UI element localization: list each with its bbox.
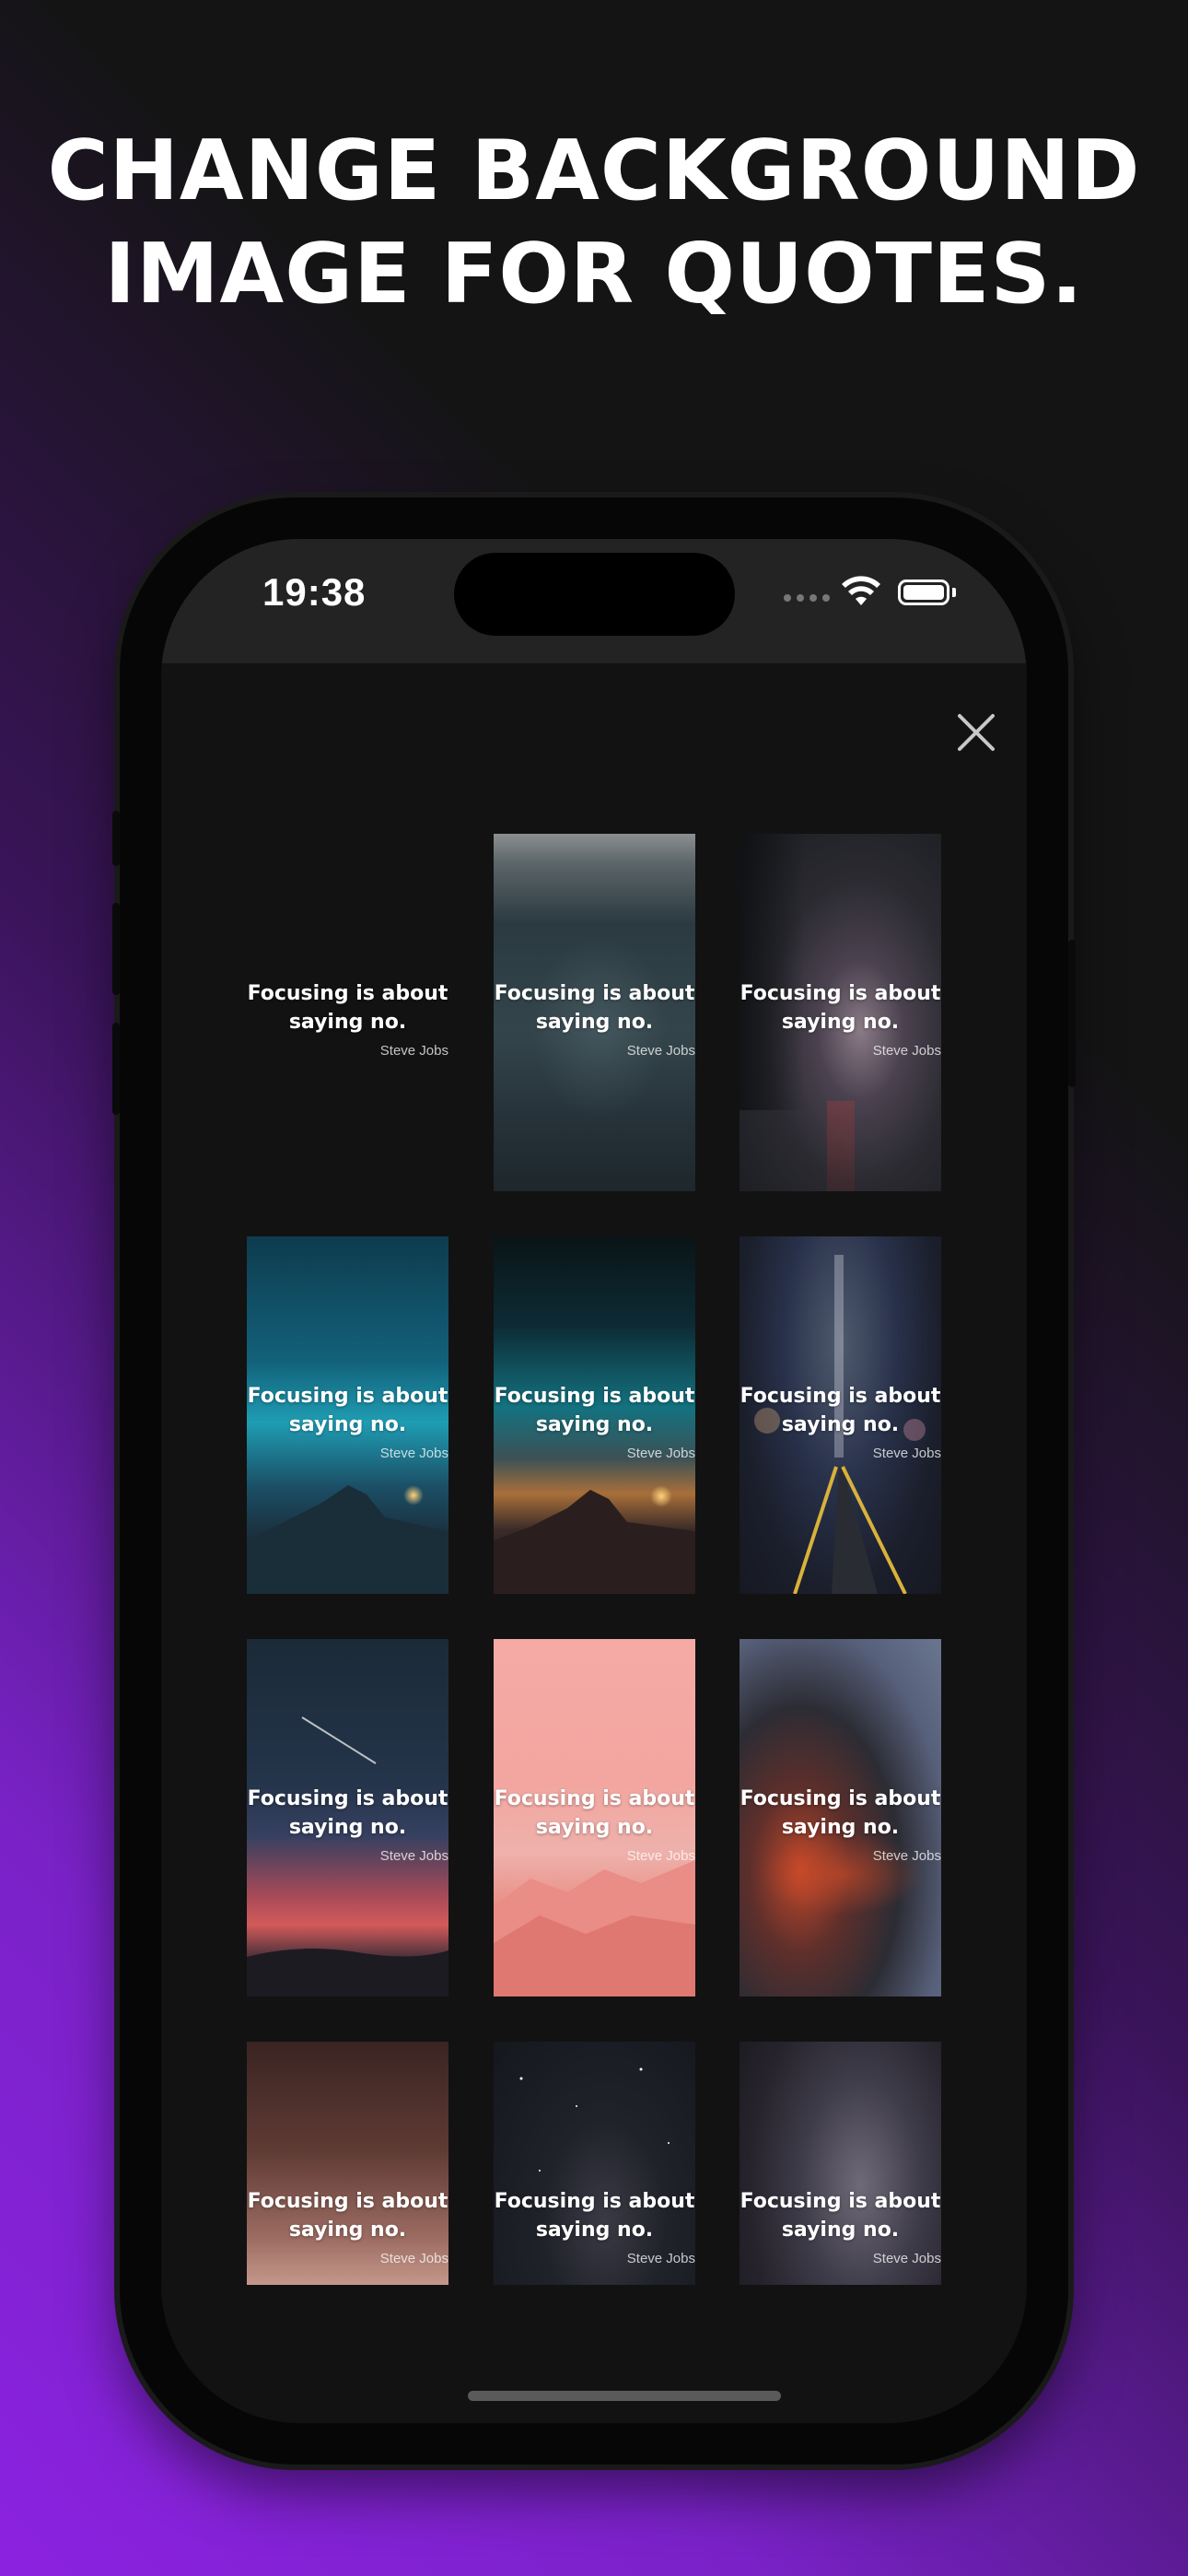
- quote-author: Steve Jobs: [379, 2251, 448, 2266]
- close-icon[interactable]: [949, 705, 1004, 760]
- background-option-pastel-clouds[interactable]: Focusing is about saying no. Steve Jobs: [247, 2042, 448, 2285]
- quote-text: Focusing is about saying no.: [494, 2190, 695, 2242]
- quote-text: Focusing is about saying no.: [247, 1787, 448, 1839]
- quote-text: Focusing is about saying no.: [247, 2190, 448, 2242]
- dynamic-island: [454, 553, 735, 636]
- quote-text: Focusing is about saying no.: [740, 2190, 941, 2242]
- headline: CHANGE BACKGROUND IMAGE FOR QUOTES.: [0, 120, 1188, 326]
- headline-line-1: CHANGE BACKGROUND: [47, 123, 1141, 219]
- battery-icon: [898, 580, 949, 605]
- phone-frame: 19:38 Focusing is about saying no. Steve…: [112, 498, 1076, 2465]
- background-option-shooting-star-dusk[interactable]: Focusing is about saying no. Steve Jobs: [247, 1639, 448, 1996]
- background-option-mountain-sunset-stars[interactable]: Focusing is about saying no. Steve Jobs: [494, 1236, 695, 1594]
- phone-screen: 19:38 Focusing is about saying no. Steve…: [161, 539, 1027, 2423]
- quote-author: Steve Jobs: [379, 1446, 448, 1461]
- quote-text: Focusing is about saying no.: [494, 1787, 695, 1839]
- cellular-signal-icon: [784, 594, 830, 602]
- background-option-forest-road[interactable]: Focusing is about saying no. Steve Jobs: [740, 834, 941, 1191]
- background-grid: Focusing is about saying no. Steve Jobs …: [247, 834, 942, 2285]
- quote-author: Steve Jobs: [872, 2251, 941, 2266]
- background-option-pink-mountains[interactable]: Focusing is about saying no. Steve Jobs: [494, 1639, 695, 1996]
- quote-text: Focusing is about saying no.: [740, 1787, 941, 1839]
- quote-author: Steve Jobs: [626, 1043, 695, 1059]
- quote-author: Steve Jobs: [872, 1446, 941, 1461]
- quote-author: Steve Jobs: [379, 1848, 448, 1864]
- quote-text: Focusing is about saying no.: [494, 1385, 695, 1436]
- quote-text: Focusing is about saying no.: [740, 1385, 941, 1436]
- volume-down-button: [112, 1023, 120, 1115]
- quote-author: Steve Jobs: [379, 1043, 448, 1059]
- volume-up-button: [112, 903, 120, 995]
- side-button: [1068, 940, 1076, 1087]
- quote-author: Steve Jobs: [626, 1848, 695, 1864]
- background-option-milky-way-rocks[interactable]: Focusing is about saying no. Steve Jobs: [740, 2042, 941, 2285]
- home-indicator[interactable]: [468, 2391, 781, 2401]
- status-time: 19:38: [262, 570, 367, 614]
- quote-text: Focusing is about saying no.: [247, 982, 448, 1034]
- background-option-starry-sky[interactable]: Focusing is about saying no. Steve Jobs: [494, 2042, 695, 2285]
- quote-text: Focusing is about saying no.: [740, 982, 941, 1034]
- background-option-blurred-city[interactable]: Focusing is about saying no. Steve Jobs: [494, 834, 695, 1191]
- quote-text: Focusing is about saying no.: [247, 1385, 448, 1436]
- headline-line-2: IMAGE FOR QUOTES.: [104, 226, 1084, 322]
- battery-cap: [952, 588, 956, 597]
- quote-author: Steve Jobs: [626, 2251, 695, 2266]
- status-bar: 19:38: [161, 539, 1027, 663]
- action-button: [112, 811, 120, 866]
- quote-author: Steve Jobs: [872, 1043, 941, 1059]
- quote-text: Focusing is about saying no.: [494, 982, 695, 1034]
- background-option-teal-mountain-night[interactable]: Focusing is about saying no. Steve Jobs: [247, 1236, 448, 1594]
- wifi-icon: [842, 576, 880, 605]
- background-option-plain-dark[interactable]: Focusing is about saying no. Steve Jobs: [247, 834, 448, 1191]
- quote-author: Steve Jobs: [626, 1446, 695, 1461]
- background-option-red-clouds[interactable]: Focusing is about saying no. Steve Jobs: [740, 1639, 941, 1996]
- quote-author: Steve Jobs: [872, 1848, 941, 1864]
- background-option-city-street-bokeh[interactable]: Focusing is about saying no. Steve Jobs: [740, 1236, 941, 1594]
